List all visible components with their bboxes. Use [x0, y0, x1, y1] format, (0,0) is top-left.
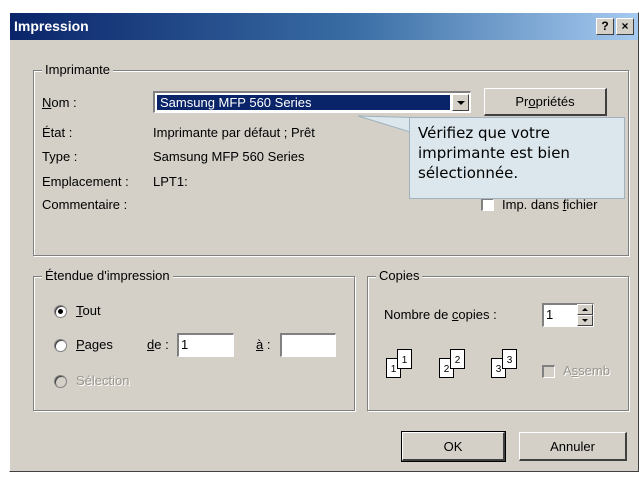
printer-name-select[interactable]: Samsung MFP 560 Series — [153, 91, 471, 113]
window-title: Impression — [14, 18, 89, 34]
spin-down-icon[interactable] — [577, 315, 593, 326]
to-label: à : — [256, 337, 271, 352]
type-value: Samsung MFP 560 Series — [153, 149, 305, 164]
cancel-button[interactable]: Annuler — [519, 432, 627, 461]
to-page-input[interactable] — [280, 333, 336, 357]
page-range-label: Pages — [76, 337, 113, 352]
state-label: État : — [42, 125, 73, 140]
copies-legend: Copies — [376, 268, 423, 283]
page-range-radio[interactable] — [54, 339, 67, 352]
copies-group: Copies — [367, 268, 629, 411]
copies-spinner[interactable] — [577, 304, 593, 326]
printer-group-legend: Imprimante — [42, 62, 114, 77]
all-pages-radio[interactable] — [54, 305, 67, 318]
copies-count-value: 1 — [546, 307, 554, 322]
location-value: LPT1: — [153, 174, 188, 189]
ok-button[interactable]: OK — [401, 431, 506, 462]
type-label: Type : — [42, 149, 78, 164]
collate-checkbox[interactable] — [542, 365, 555, 378]
printer-name-value: Samsung MFP 560 Series — [157, 95, 450, 110]
spin-up-icon[interactable] — [577, 304, 593, 315]
callout-line: sélectionnée. — [418, 164, 519, 182]
collate-page-icon: 1 — [397, 349, 412, 369]
location-label: Emplacement : — [42, 174, 129, 189]
printer-name-label: Nom : — [42, 95, 77, 110]
collate-label: Assemb — [563, 363, 610, 378]
selection-label: Sélection — [76, 373, 130, 388]
callout-line: Vérifiez que votre — [418, 124, 551, 142]
annotation-callout: Vérifiez que votre imprimante est bien s… — [409, 117, 625, 199]
print-to-file-checkbox[interactable] — [481, 198, 494, 211]
print-dialog: Impression ? × Imprimante Nom : Samsung … — [9, 12, 639, 472]
collate-page-icon: 2 — [450, 349, 465, 369]
from-page-input[interactable]: 1 — [177, 333, 234, 357]
properties-button[interactable]: Propriétés — [484, 88, 607, 116]
help-button[interactable]: ? — [596, 18, 614, 35]
chevron-down-icon[interactable] — [452, 94, 469, 111]
from-label: de : — [147, 337, 169, 352]
copies-count-label: Nombre de copies : — [384, 307, 497, 322]
callout-line: imprimante est bien — [418, 144, 570, 162]
close-button[interactable]: × — [616, 18, 634, 35]
print-range-legend: Étendue d'impression — [42, 268, 173, 283]
print-to-file-label: Imp. dans fichier — [502, 197, 598, 212]
collate-page-icon: 3 — [502, 349, 517, 369]
all-pages-label: Tout — [76, 303, 101, 318]
comment-label: Commentaire : — [42, 197, 128, 212]
state-value: Imprimante par défaut ; Prêt — [153, 125, 315, 140]
selection-radio[interactable] — [54, 375, 67, 388]
title-bar[interactable]: Impression ? × — [10, 13, 638, 40]
